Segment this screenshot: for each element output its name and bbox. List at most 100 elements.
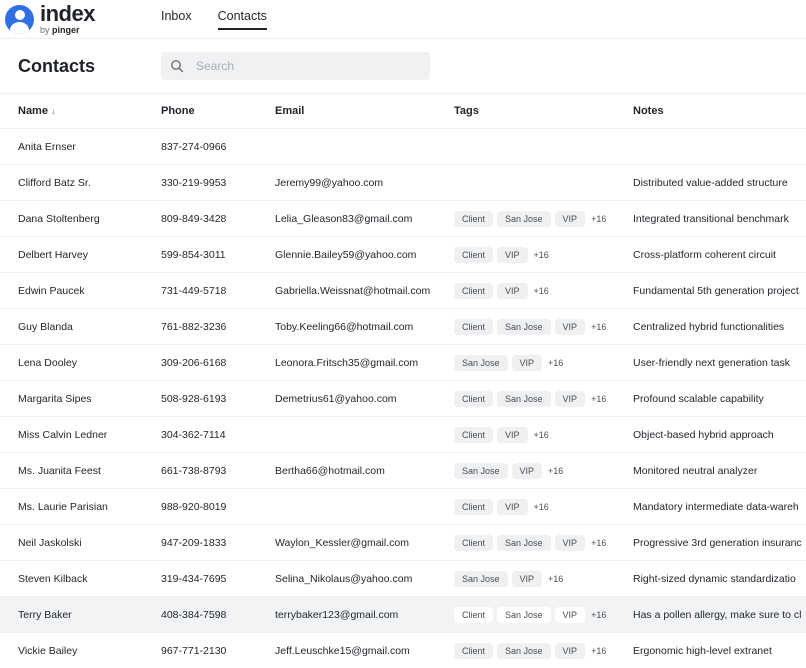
more-tags-count[interactable]: +16: [534, 250, 549, 260]
tag-badge[interactable]: VIP: [511, 354, 543, 371]
tag-badge[interactable]: VIP: [497, 498, 528, 515]
table-row[interactable]: Anita Ernser 837-274-0966: [0, 128, 806, 165]
contact-notes: Object-based hybrid approach: [633, 416, 806, 453]
tag-badge[interactable]: Client: [454, 282, 494, 299]
tag-badge[interactable]: VIP: [497, 282, 528, 299]
index-logo[interactable]: index by pinger: [5, 3, 95, 35]
tag-badge[interactable]: Client: [454, 606, 494, 623]
tag-badge[interactable]: San Jose: [497, 642, 551, 659]
tag-badge[interactable]: Client: [454, 642, 494, 659]
more-tags-count[interactable]: +16: [591, 322, 606, 332]
contact-name: Dana Stoltenberg: [0, 200, 161, 237]
contact-name: Steven Kilback: [0, 560, 161, 597]
more-tags-count[interactable]: +16: [548, 358, 563, 368]
tag-badge[interactable]: VIP: [554, 210, 586, 227]
more-tags-count[interactable]: +16: [591, 214, 606, 224]
contacts-table: Name ↓ Phone Email Tags Notes Anita Ernse…: [0, 94, 806, 668]
more-tags-count[interactable]: +16: [548, 574, 563, 584]
tab-contacts[interactable]: Contacts: [217, 9, 267, 30]
tag-badge[interactable]: Client: [454, 390, 494, 407]
sort-arrow-icon[interactable]: ↓: [51, 106, 56, 116]
contact-notes: User-friendly next generation task: [633, 344, 806, 381]
table-row[interactable]: Steven Kilback 319-434-7695 Selina_Nikolau…: [0, 560, 806, 597]
tag-badge[interactable]: San Jose: [497, 606, 551, 623]
contact-notes: Monitored neutral analyzer: [633, 452, 806, 489]
tag-badge[interactable]: VIP: [554, 606, 586, 623]
contact-name: Ms. Laurie Parisian: [0, 488, 161, 525]
tag-badge[interactable]: VIP: [554, 534, 586, 551]
contact-notes: Integrated transitional benchmark: [633, 200, 806, 237]
contact-notes: [633, 128, 806, 165]
contact-tags: Client VIP +16: [454, 272, 633, 309]
tag-badge[interactable]: VIP: [497, 246, 528, 263]
table-row[interactable]: Terry Baker 408-384-7598 terrybaker123@gma…: [0, 596, 806, 633]
tag-badge[interactable]: San Jose: [454, 462, 508, 479]
contact-email: Selina_Nikolaus@yahoo.com: [275, 560, 454, 597]
more-tags-count[interactable]: +16: [534, 502, 549, 512]
more-tags-count[interactable]: +16: [591, 646, 606, 656]
contact-name: Clifford Batz Sr.: [0, 164, 161, 201]
logo-person-icon: [5, 4, 34, 34]
contact-phone: 319-434-7695: [161, 560, 275, 597]
logo-subtitle: by pinger: [40, 25, 80, 35]
tag-badge[interactable]: VIP: [511, 462, 543, 479]
table-row[interactable]: Guy Blanda 761-882-3236 Toby.Keeling66@hot…: [0, 308, 806, 345]
tag-badge[interactable]: Client: [454, 498, 494, 515]
table-row[interactable]: Vickie Bailey 967-771-2130 Jeff.Leuschke15…: [0, 632, 806, 668]
more-tags-count[interactable]: +16: [591, 394, 606, 404]
contact-email: Jeff.Leuschke15@gmail.com: [275, 632, 454, 668]
contact-email: Glennie.Bailey59@yahoo.com: [275, 236, 454, 273]
more-tags-count[interactable]: +16: [591, 538, 606, 548]
tag-badge[interactable]: VIP: [554, 390, 586, 407]
tag-badge[interactable]: San Jose: [454, 570, 508, 587]
tag-badge[interactable]: San Jose: [497, 318, 551, 335]
table-row[interactable]: Edwin Paucek 731-449-5718 Gabriella.Weissn…: [0, 272, 806, 309]
contact-tags: San Jose VIP +16: [454, 344, 633, 381]
contact-phone: 661-738-8793: [161, 452, 275, 489]
tag-badge[interactable]: VIP: [497, 426, 528, 443]
table-row[interactable]: Clifford Batz Sr. 330-219-9953 Jeremy99@ya…: [0, 164, 806, 201]
tag-badge[interactable]: Client: [454, 534, 494, 551]
table-row[interactable]: Delbert Harvey 599-854-3011 Glennie.Bailey…: [0, 236, 806, 273]
contact-notes: Centralized hybrid functionalities: [633, 308, 806, 345]
more-tags-count[interactable]: +16: [534, 286, 549, 296]
table-row[interactable]: Dana Stoltenberg 809-849-3428 Lelia_Gleaso…: [0, 200, 806, 237]
table-row[interactable]: Ms. Juanita Feest 661-738-8793 Bertha66@ho…: [0, 452, 806, 489]
tag-badge[interactable]: VIP: [554, 318, 586, 335]
tag-badge[interactable]: VIP: [511, 570, 543, 587]
tag-badge[interactable]: VIP: [554, 642, 586, 659]
tag-badge[interactable]: Client: [454, 246, 494, 263]
contact-email: [275, 416, 454, 453]
contact-phone: 408-384-7598: [161, 596, 275, 633]
tag-badge[interactable]: San Jose: [497, 210, 551, 227]
search-input[interactable]: [194, 58, 418, 74]
tag-badge[interactable]: Client: [454, 210, 494, 227]
table-row[interactable]: Margarita Sipes 508-928-6193 Demetrius61@y…: [0, 380, 806, 417]
tag-badge[interactable]: San Jose: [497, 390, 551, 407]
contact-email: Demetrius61@yahoo.com: [275, 380, 454, 417]
table-row[interactable]: Ms. Laurie Parisian 988-920-8019 Client VIP…: [0, 488, 806, 525]
column-header-notes: Notes: [633, 105, 664, 117]
column-header-name[interactable]: Name ↓: [0, 94, 161, 129]
tag-badge[interactable]: San Jose: [497, 534, 551, 551]
table-row[interactable]: Lena Dooley 309-206-6168 Leonora.Fritsch35…: [0, 344, 806, 381]
contact-phone: 508-928-6193: [161, 380, 275, 417]
contact-email: Gabriella.Weissnat@hotmail.com: [275, 272, 454, 309]
table-row[interactable]: Neil Jaskolski 947-209-1833 Waylon_Kessler…: [0, 524, 806, 561]
tag-badge[interactable]: San Jose: [454, 354, 508, 371]
contact-tags: [454, 128, 633, 165]
page-title: Contacts: [18, 56, 96, 76]
more-tags-count[interactable]: +16: [548, 466, 563, 476]
contact-tags: Client San Jose VIP +16: [454, 632, 633, 668]
more-tags-count[interactable]: +16: [591, 610, 606, 620]
table-row[interactable]: Miss Calvin Ledner 304-362-7114 Client VIP +…: [0, 416, 806, 453]
more-tags-count[interactable]: +16: [534, 430, 549, 440]
contact-phone: 599-854-3011: [161, 236, 275, 273]
table-body: Anita Ernser 837-274-0966 Clifford Batz Sr…: [0, 128, 806, 668]
search-box[interactable]: [161, 52, 430, 80]
contact-email: terrybaker123@gmail.com: [275, 596, 454, 633]
tab-inbox[interactable]: Inbox: [161, 9, 192, 30]
tag-badge[interactable]: Client: [454, 318, 494, 335]
contact-notes: Cross-platform coherent circuit: [633, 236, 806, 273]
tag-badge[interactable]: Client: [454, 426, 494, 443]
